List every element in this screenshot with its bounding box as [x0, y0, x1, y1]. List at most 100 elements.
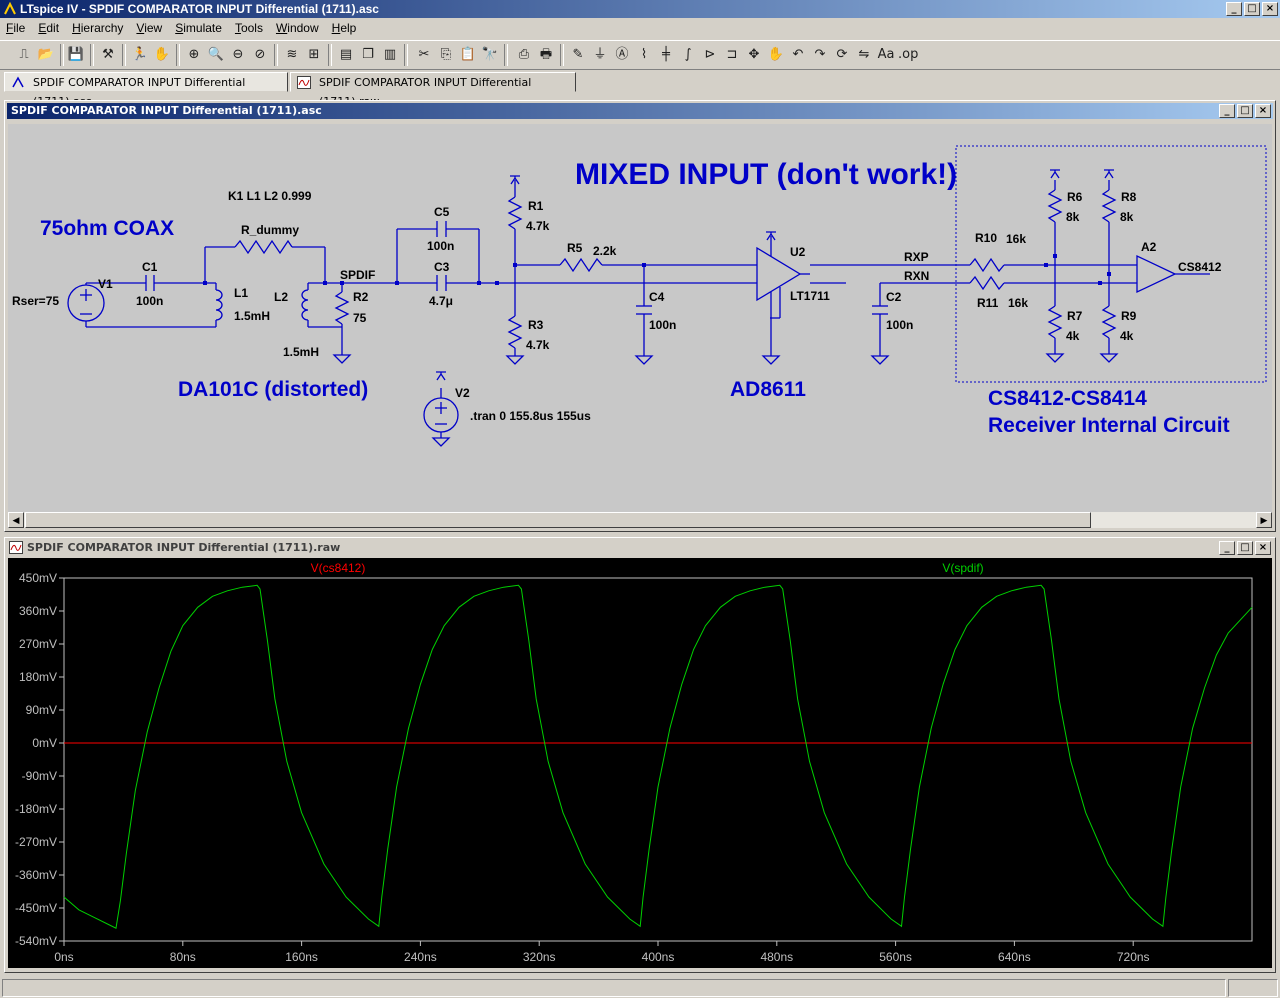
diode-icon[interactable]: ⊳: [700, 45, 720, 65]
v2-label: V2: [455, 386, 470, 400]
waveform-maximize-button[interactable]: □: [1237, 541, 1253, 555]
menu-window[interactable]: Window: [270, 21, 326, 35]
cascade-icon[interactable]: ❐: [358, 45, 378, 65]
tab-schematic[interactable]: SPDIF COMPARATOR INPUT Differential (171…: [4, 72, 288, 108]
l2-label: L2: [274, 290, 288, 304]
r2-value: 75: [353, 311, 367, 325]
tab-waveform[interactable]: SPDIF COMPARATOR INPUT Differential (171…: [290, 72, 576, 108]
r1-value: 4.7k: [526, 219, 550, 233]
schematic-window-title: SPDIF COMPARATOR INPUT Differential (171…: [11, 104, 322, 117]
save-icon[interactable]: 💾: [66, 45, 86, 65]
r5-label: R5: [567, 241, 583, 255]
toolbar: ⎍ 📂 💾 ⚒ 🏃 ✋ ⊕ 🔍 ⊖ ⊘ ≋ ⊞ ▤ ❐ ▥ ✂ ⎘ 📋 🔭 ⎙ …: [0, 40, 1280, 70]
r6-label: R6: [1067, 190, 1083, 204]
copy-icon[interactable]: ⎘: [436, 45, 456, 65]
rotate-icon[interactable]: ⟳: [832, 45, 852, 65]
zoom-pan-icon[interactable]: 🔍: [206, 45, 226, 65]
undo-icon[interactable]: ↶: [788, 45, 808, 65]
menu-file[interactable]: File: [0, 21, 32, 35]
schematic-close-button[interactable]: ×: [1255, 104, 1271, 118]
status-pane-right: [1228, 979, 1278, 997]
schematic-canvas[interactable]: MIXED INPUT (don't work!) 75ohm COAX DA1…: [8, 124, 1272, 512]
print-icon[interactable]: 🖶: [536, 45, 556, 65]
legend-label-0: V(cs8412): [311, 561, 366, 575]
r11-value: 16k: [1008, 296, 1028, 310]
schematic-minimize-button[interactable]: _: [1219, 104, 1235, 118]
c3-value: 4.7μ: [429, 294, 453, 308]
r7-value: 4k: [1066, 329, 1080, 343]
r7-label: R7: [1067, 309, 1083, 323]
rxn-net-label: RXN: [904, 269, 929, 283]
r11-label: R11: [977, 296, 999, 310]
print-setup-icon[interactable]: ⎙: [514, 45, 534, 65]
y-tick-label: -450mV: [15, 901, 57, 915]
paste-icon[interactable]: 📋: [458, 45, 478, 65]
capacitor-icon[interactable]: ╪: [656, 45, 676, 65]
zoom-out-icon[interactable]: ⊖: [228, 45, 248, 65]
run-icon[interactable]: 🏃: [130, 45, 150, 65]
new-schematic-icon[interactable]: ⎍: [14, 45, 34, 65]
draw-wire-icon[interactable]: ✎: [568, 45, 588, 65]
x-tick-label: 400ns: [642, 950, 675, 964]
c5-label: C5: [434, 205, 450, 219]
move-icon[interactable]: ✥: [744, 45, 764, 65]
r5-value: 2.2k: [593, 244, 617, 258]
zoom-fit-icon[interactable]: ⊘: [250, 45, 270, 65]
resistor-icon[interactable]: ⌇: [634, 45, 654, 65]
menu-hierarchy[interactable]: Hierarchy: [66, 21, 130, 35]
x-tick-label: 160ns: [285, 950, 318, 964]
drag-icon[interactable]: ✋: [766, 45, 786, 65]
waveform-close-button[interactable]: ×: [1255, 541, 1271, 555]
menu-simulate[interactable]: Simulate: [169, 21, 229, 35]
waveform-minimize-button[interactable]: _: [1219, 541, 1235, 555]
autorange-icon[interactable]: ≋: [282, 45, 302, 65]
r2-label: R2: [353, 290, 369, 304]
menu-tools[interactable]: Tools: [229, 21, 270, 35]
schematic-maximize-button[interactable]: □: [1237, 104, 1253, 118]
menu-view[interactable]: View: [130, 21, 169, 35]
control-panel-icon[interactable]: ⚒: [98, 45, 118, 65]
text-icon[interactable]: Aa: [876, 45, 896, 65]
cut-icon[interactable]: ✂: [414, 45, 434, 65]
waveform-plot[interactable]: 450mV 360mV 270mV 180mV 90mV 0mV -90mV -180mV -2…: [8, 558, 1272, 968]
y-tick-label: 270mV: [19, 637, 57, 651]
rser-label: Rser=75: [12, 294, 59, 308]
inductor-icon[interactable]: ∫: [678, 45, 698, 65]
tile-vertical-icon[interactable]: ▥: [380, 45, 400, 65]
scroll-left-button[interactable]: ◀: [8, 512, 24, 528]
cs-title2-label: Receiver Internal Circuit: [988, 414, 1230, 437]
y-tick-label: -270mV: [15, 835, 57, 849]
schematic-horizontal-scrollbar[interactable]: ◀ ▶: [8, 512, 1272, 528]
y-tick-label: -180mV: [15, 802, 57, 816]
mirror-icon[interactable]: ⇋: [854, 45, 874, 65]
y-tick-label: 90mV: [26, 703, 57, 717]
menu-edit[interactable]: Edit: [32, 21, 66, 35]
r8-label: R8: [1121, 190, 1137, 204]
minimize-button[interactable]: _: [1226, 2, 1242, 16]
ground-icon[interactable]: ⏚: [590, 45, 610, 65]
tile-horizontal-icon[interactable]: ▤: [336, 45, 356, 65]
tran-directive: .tran 0 155.8us 155us: [470, 409, 591, 423]
add-trace-icon[interactable]: ⊞: [304, 45, 324, 65]
find-icon[interactable]: 🔭: [480, 45, 500, 65]
close-button[interactable]: ×: [1262, 2, 1278, 16]
x-tick-label: 240ns: [404, 950, 437, 964]
label-net-icon[interactable]: Ⓐ: [612, 45, 632, 65]
open-icon[interactable]: 📂: [36, 45, 56, 65]
maximize-button[interactable]: □: [1244, 2, 1260, 16]
y-tick-label: 0mV: [32, 736, 57, 750]
y-tick-label: -90mV: [22, 769, 57, 783]
app-title: LTspice IV - SPDIF COMPARATOR INPUT Diff…: [20, 2, 379, 16]
legend-label-1: V(spdif): [942, 561, 983, 575]
r8-value: 8k: [1120, 210, 1134, 224]
spice-directive-icon[interactable]: .op: [898, 45, 918, 65]
halt-icon[interactable]: ✋: [152, 45, 172, 65]
component-icon[interactable]: ⊐: [722, 45, 742, 65]
schematic-window-titlebar: SPDIF COMPARATOR INPUT Differential (171…: [7, 103, 1273, 119]
menu-help[interactable]: Help: [326, 21, 364, 35]
scroll-right-button[interactable]: ▶: [1256, 512, 1272, 528]
redo-icon[interactable]: ↷: [810, 45, 830, 65]
spdif-net-label: SPDIF: [340, 268, 375, 282]
scroll-thumb[interactable]: [25, 512, 1091, 528]
zoom-in-icon[interactable]: ⊕: [184, 45, 204, 65]
